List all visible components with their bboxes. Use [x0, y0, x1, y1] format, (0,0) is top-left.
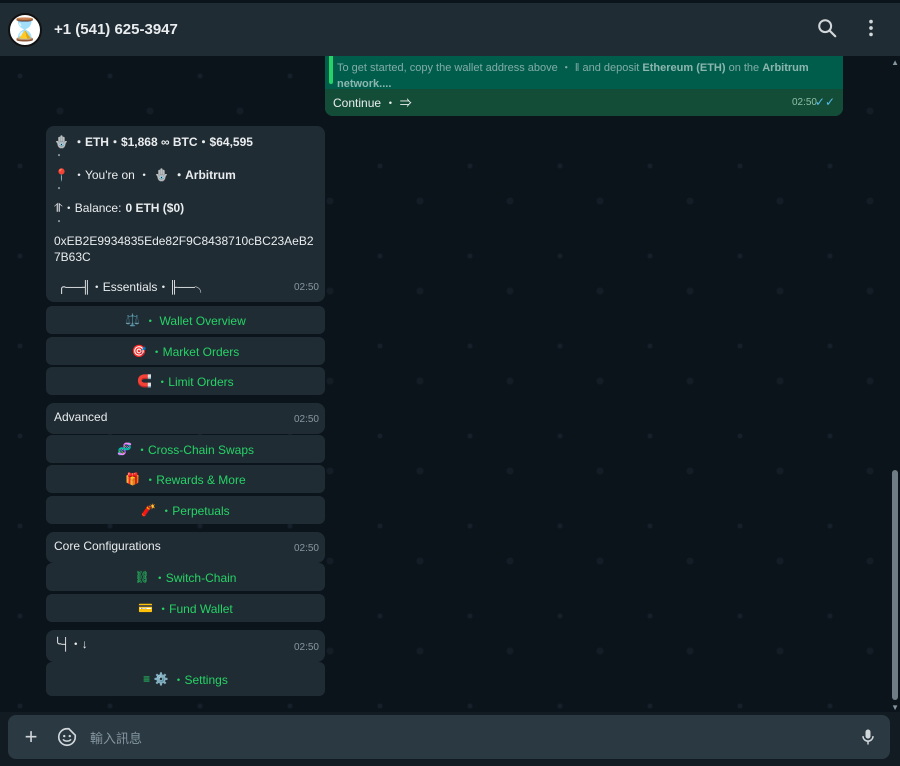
- message-time: 02:50: [293, 414, 319, 425]
- hamsa-icon: 🪬: [154, 168, 170, 182]
- search-icon[interactable]: [816, 17, 838, 39]
- continue-text: Continue ・ ⇒: [333, 96, 412, 110]
- separator-dot: ・: [54, 151, 64, 162]
- limit-orders-button[interactable]: 🧲 ・Limit Orders: [46, 367, 325, 395]
- scales-icon: ⚖️: [125, 313, 141, 327]
- wallet-overview-button[interactable]: ⚖️ ・ Wallet Overview: [46, 306, 325, 334]
- scroll-down-arrow-icon[interactable]: ▼: [891, 703, 899, 712]
- firecracker-icon: 🧨: [141, 503, 157, 517]
- essentials-header: ╭──╢・Essentials・╟──╮: [58, 280, 207, 294]
- avatar[interactable]: ⌛: [8, 12, 42, 47]
- quoted-text: To get started, copy the wallet address …: [337, 62, 809, 90]
- more-options-icon[interactable]: [860, 17, 882, 39]
- footer-text: ╰┤・↓: [54, 637, 88, 651]
- price-line: ・ETH・$1,868 ∞ BTC・$64,595: [72, 135, 253, 149]
- cross-chain-swaps-button[interactable]: 🧬 ・Cross-Chain Swaps: [46, 435, 325, 463]
- chain-prefix: ・You're on ・: [72, 168, 151, 182]
- message-time: 02:50: [293, 642, 319, 653]
- footer-message: ╰┤・↓ 02:50: [46, 630, 325, 662]
- scrollbar-thumb[interactable]: [892, 470, 898, 700]
- magnet-icon: 🧲: [137, 374, 153, 388]
- dna-icon: 🧬: [117, 442, 132, 456]
- pin-icon: 📍: [54, 168, 69, 182]
- perpetuals-button[interactable]: 🧨 ・Perpetuals: [46, 496, 325, 524]
- fund-wallet-button[interactable]: 💳 ・Fund Wallet: [46, 594, 325, 622]
- message-input[interactable]: 輸入訊息: [90, 728, 142, 747]
- message-time: 02:50: [293, 282, 319, 293]
- gift-icon: 🎁: [125, 472, 141, 486]
- rewards-button[interactable]: 🎁 ・Rewards & More: [46, 465, 325, 493]
- message-time: 02:50: [293, 543, 319, 554]
- advanced-title: Advanced: [54, 410, 108, 424]
- balance-prefix: ⥣・Balance:: [54, 201, 122, 215]
- market-orders-button[interactable]: 🎯 ・Market Orders: [46, 337, 325, 365]
- sticker-icon[interactable]: [56, 726, 78, 748]
- target-icon: 🎯: [131, 344, 147, 358]
- composer-bar: + 輸入訊息: [0, 712, 900, 766]
- outgoing-message[interactable]: Continue ・ ⇒ 02:50 ✓✓: [325, 89, 843, 116]
- balance-value: 0 ETH ($0): [125, 201, 185, 215]
- advanced-message: Advanced 02:50: [46, 403, 325, 434]
- card-icon: 💳: [138, 601, 154, 615]
- chat-area: To get started, copy the wallet address …: [0, 56, 900, 712]
- wallet-info-message: 🪬 ・ETH・$1,868 ∞ BTC・$64,595 ・ 📍 ・You're …: [46, 126, 325, 302]
- header-actions: [816, 17, 882, 39]
- settings-icon: ≡ ⚙️: [143, 672, 169, 686]
- switch-chain-button[interactable]: ⛓ ・Switch-Chain: [46, 563, 325, 591]
- attach-plus-icon[interactable]: +: [18, 724, 44, 750]
- composer: + 輸入訊息: [8, 715, 890, 759]
- separator-dot: ・: [54, 184, 64, 195]
- message-time: 02:50: [791, 97, 817, 108]
- core-title: Core Configurations: [54, 539, 161, 553]
- settings-button[interactable]: ≡ ⚙️ ・Settings: [46, 662, 325, 696]
- read-ticks-icon: ✓✓: [814, 95, 835, 109]
- quote-bar: [329, 56, 333, 84]
- hourglass-icon: ⌛: [11, 16, 39, 42]
- microphone-icon[interactable]: [858, 726, 878, 748]
- chain-icon: ⛓: [134, 570, 150, 584]
- wallet-address[interactable]: 0xEB2E9934835Ede82F9C8438710cBC23AeB27B6…: [54, 233, 318, 265]
- hamsa-icon: 🪬: [54, 135, 69, 149]
- contact-name[interactable]: +1 (541) 625-3947: [54, 21, 178, 38]
- chat-header: ⌛ +1 (541) 625-3947: [0, 0, 900, 56]
- separator-dot: ・: [54, 217, 64, 228]
- scroll-up-arrow-icon[interactable]: ▲: [891, 58, 899, 67]
- core-config-message: Core Configurations 02:50: [46, 532, 325, 563]
- chain-name: ・Arbitrum: [173, 168, 236, 182]
- chat-app: ⌛ +1 (541) 625-3947 To get started, copy…: [0, 0, 900, 766]
